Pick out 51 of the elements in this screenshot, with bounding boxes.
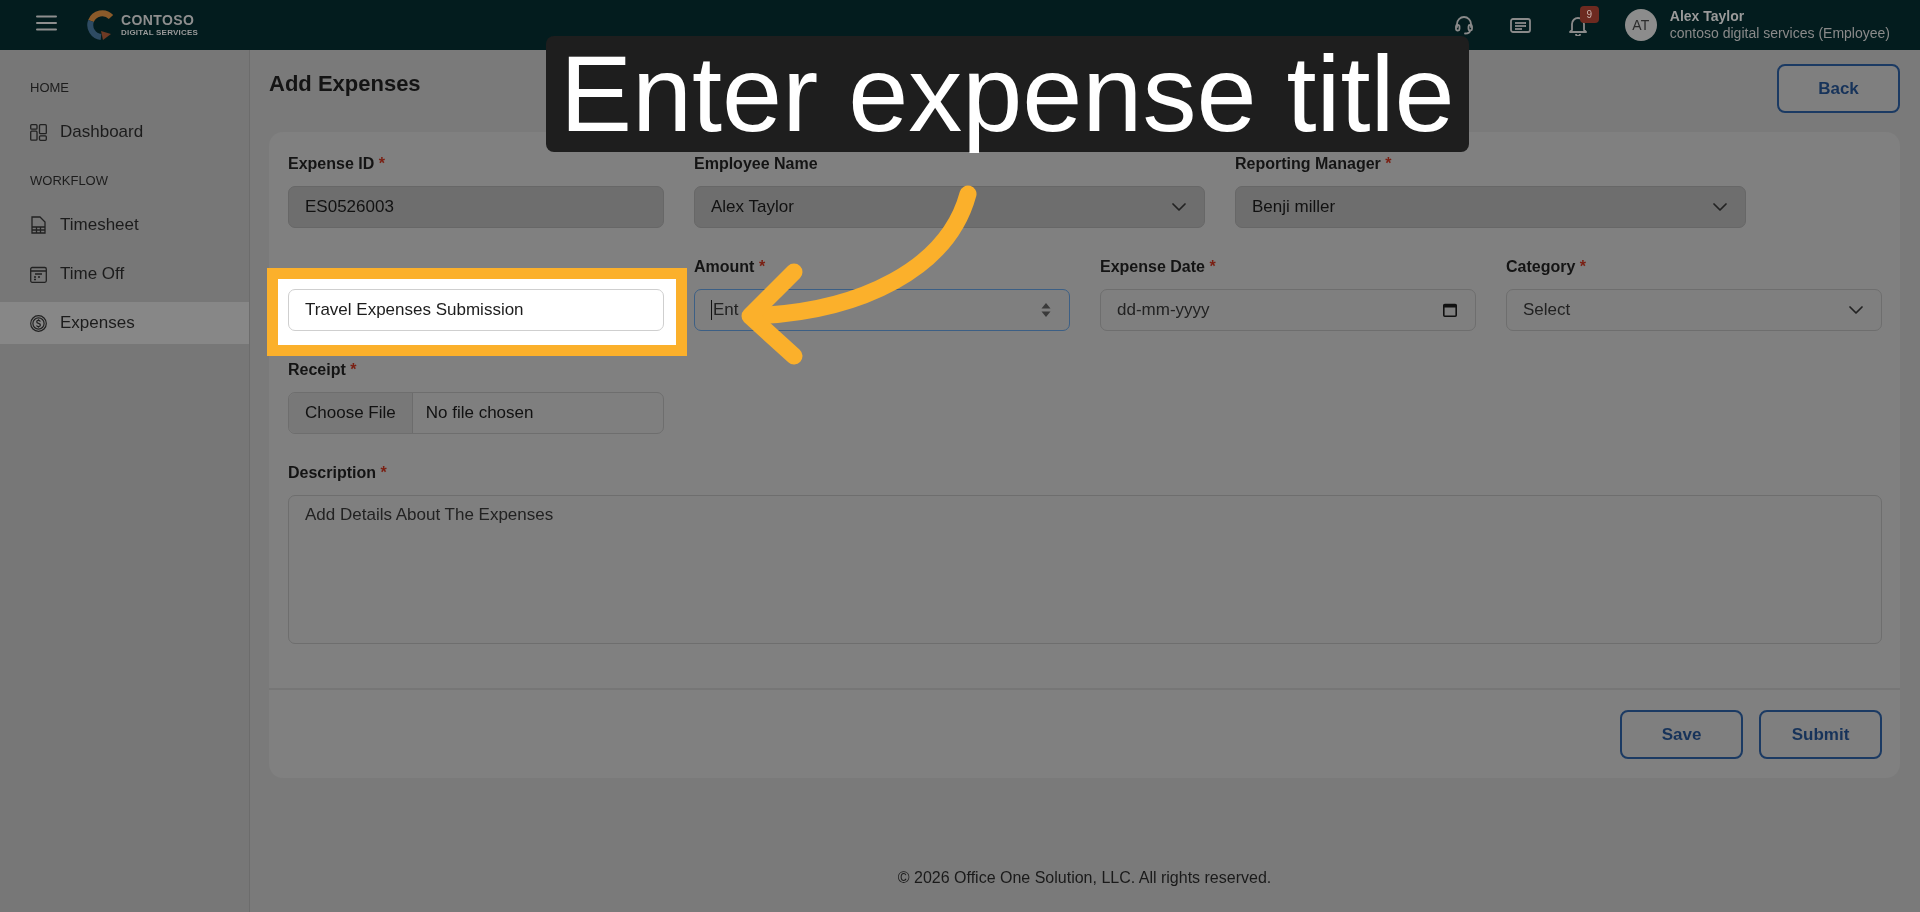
avatar[interactable]: AT [1624,9,1657,41]
field-label: Description * [288,463,387,483]
file-status-text: No file chosen [424,403,534,423]
spinner-icon[interactable] [1041,302,1051,318]
text-cursor [711,300,712,320]
sidebar-item-label: Dashboard [60,122,144,142]
sidebar-item[interactable]: Time Off [0,253,249,295]
coin-icon [30,314,47,332]
field-label: Receipt * [288,360,357,380]
field-label: Amount * [694,257,766,277]
headset-icon[interactable] [1454,15,1473,35]
sidebar-item[interactable]: Timesheet [0,204,249,246]
sidebar-item-label: Time Off [60,264,125,284]
user-organization: contoso digital services (Employee) [1669,25,1890,42]
calendar-icon [30,265,47,283]
brand-name: CONTOSO [121,13,196,27]
message-icon[interactable] [1509,17,1531,33]
choose-file-button[interactable]: Choose File [289,393,413,433]
bell-icon[interactable] [1568,14,1587,36]
chevron-down-icon [1172,203,1186,211]
file-input-field[interactable]: Choose File No file chosen [288,392,664,434]
dropdown-field[interactable]: Select [1506,289,1882,331]
date-field[interactable]: dd-mm-yyyy [1100,289,1476,331]
field-label: Employee Name [694,154,818,174]
menu-icon[interactable] [36,14,57,31]
chevron-down-icon [1713,203,1727,211]
tutorial-callout: Enter expense title [546,36,1469,152]
brand-tagline: DIGITAL SERVICES [121,28,198,37]
calendar-icon[interactable] [1443,303,1457,317]
field-label: Category * [1506,257,1587,277]
form-action-button[interactable]: Save [1620,710,1743,759]
sidebar-item[interactable]: Dashboard [0,111,249,153]
footer-text: © 2026 Office One Solution, LLC. All rights reserved. [897,868,1272,888]
page-title: Add Expenses [269,71,421,97]
sidebar-item-label: Timesheet [60,215,139,235]
sidebar-item[interactable]: Expenses [0,302,249,344]
field-label: Expense Date * [1100,257,1216,277]
sidebar-item-label: Expenses [60,313,135,333]
back-button[interactable]: Back [1777,64,1900,113]
sidebar-heading: HOME [29,79,70,97]
user-name: Alex Taylor [1669,8,1746,25]
field-label: Reporting Manager * [1235,154,1392,174]
form-action-button[interactable]: Submit [1759,710,1882,759]
text-area[interactable]: Add Details About The Expenses [288,495,1882,644]
notification-badge: 9 [1579,5,1599,23]
sidebar-heading: WORKFLOW [29,172,109,190]
field-label: Expense ID * [288,154,385,174]
spreadsheet-icon [31,216,46,234]
text-field[interactable]: Travel Expenses Submission [288,289,664,331]
grid-icon [30,123,47,141]
chevron-down-icon [1849,306,1863,314]
